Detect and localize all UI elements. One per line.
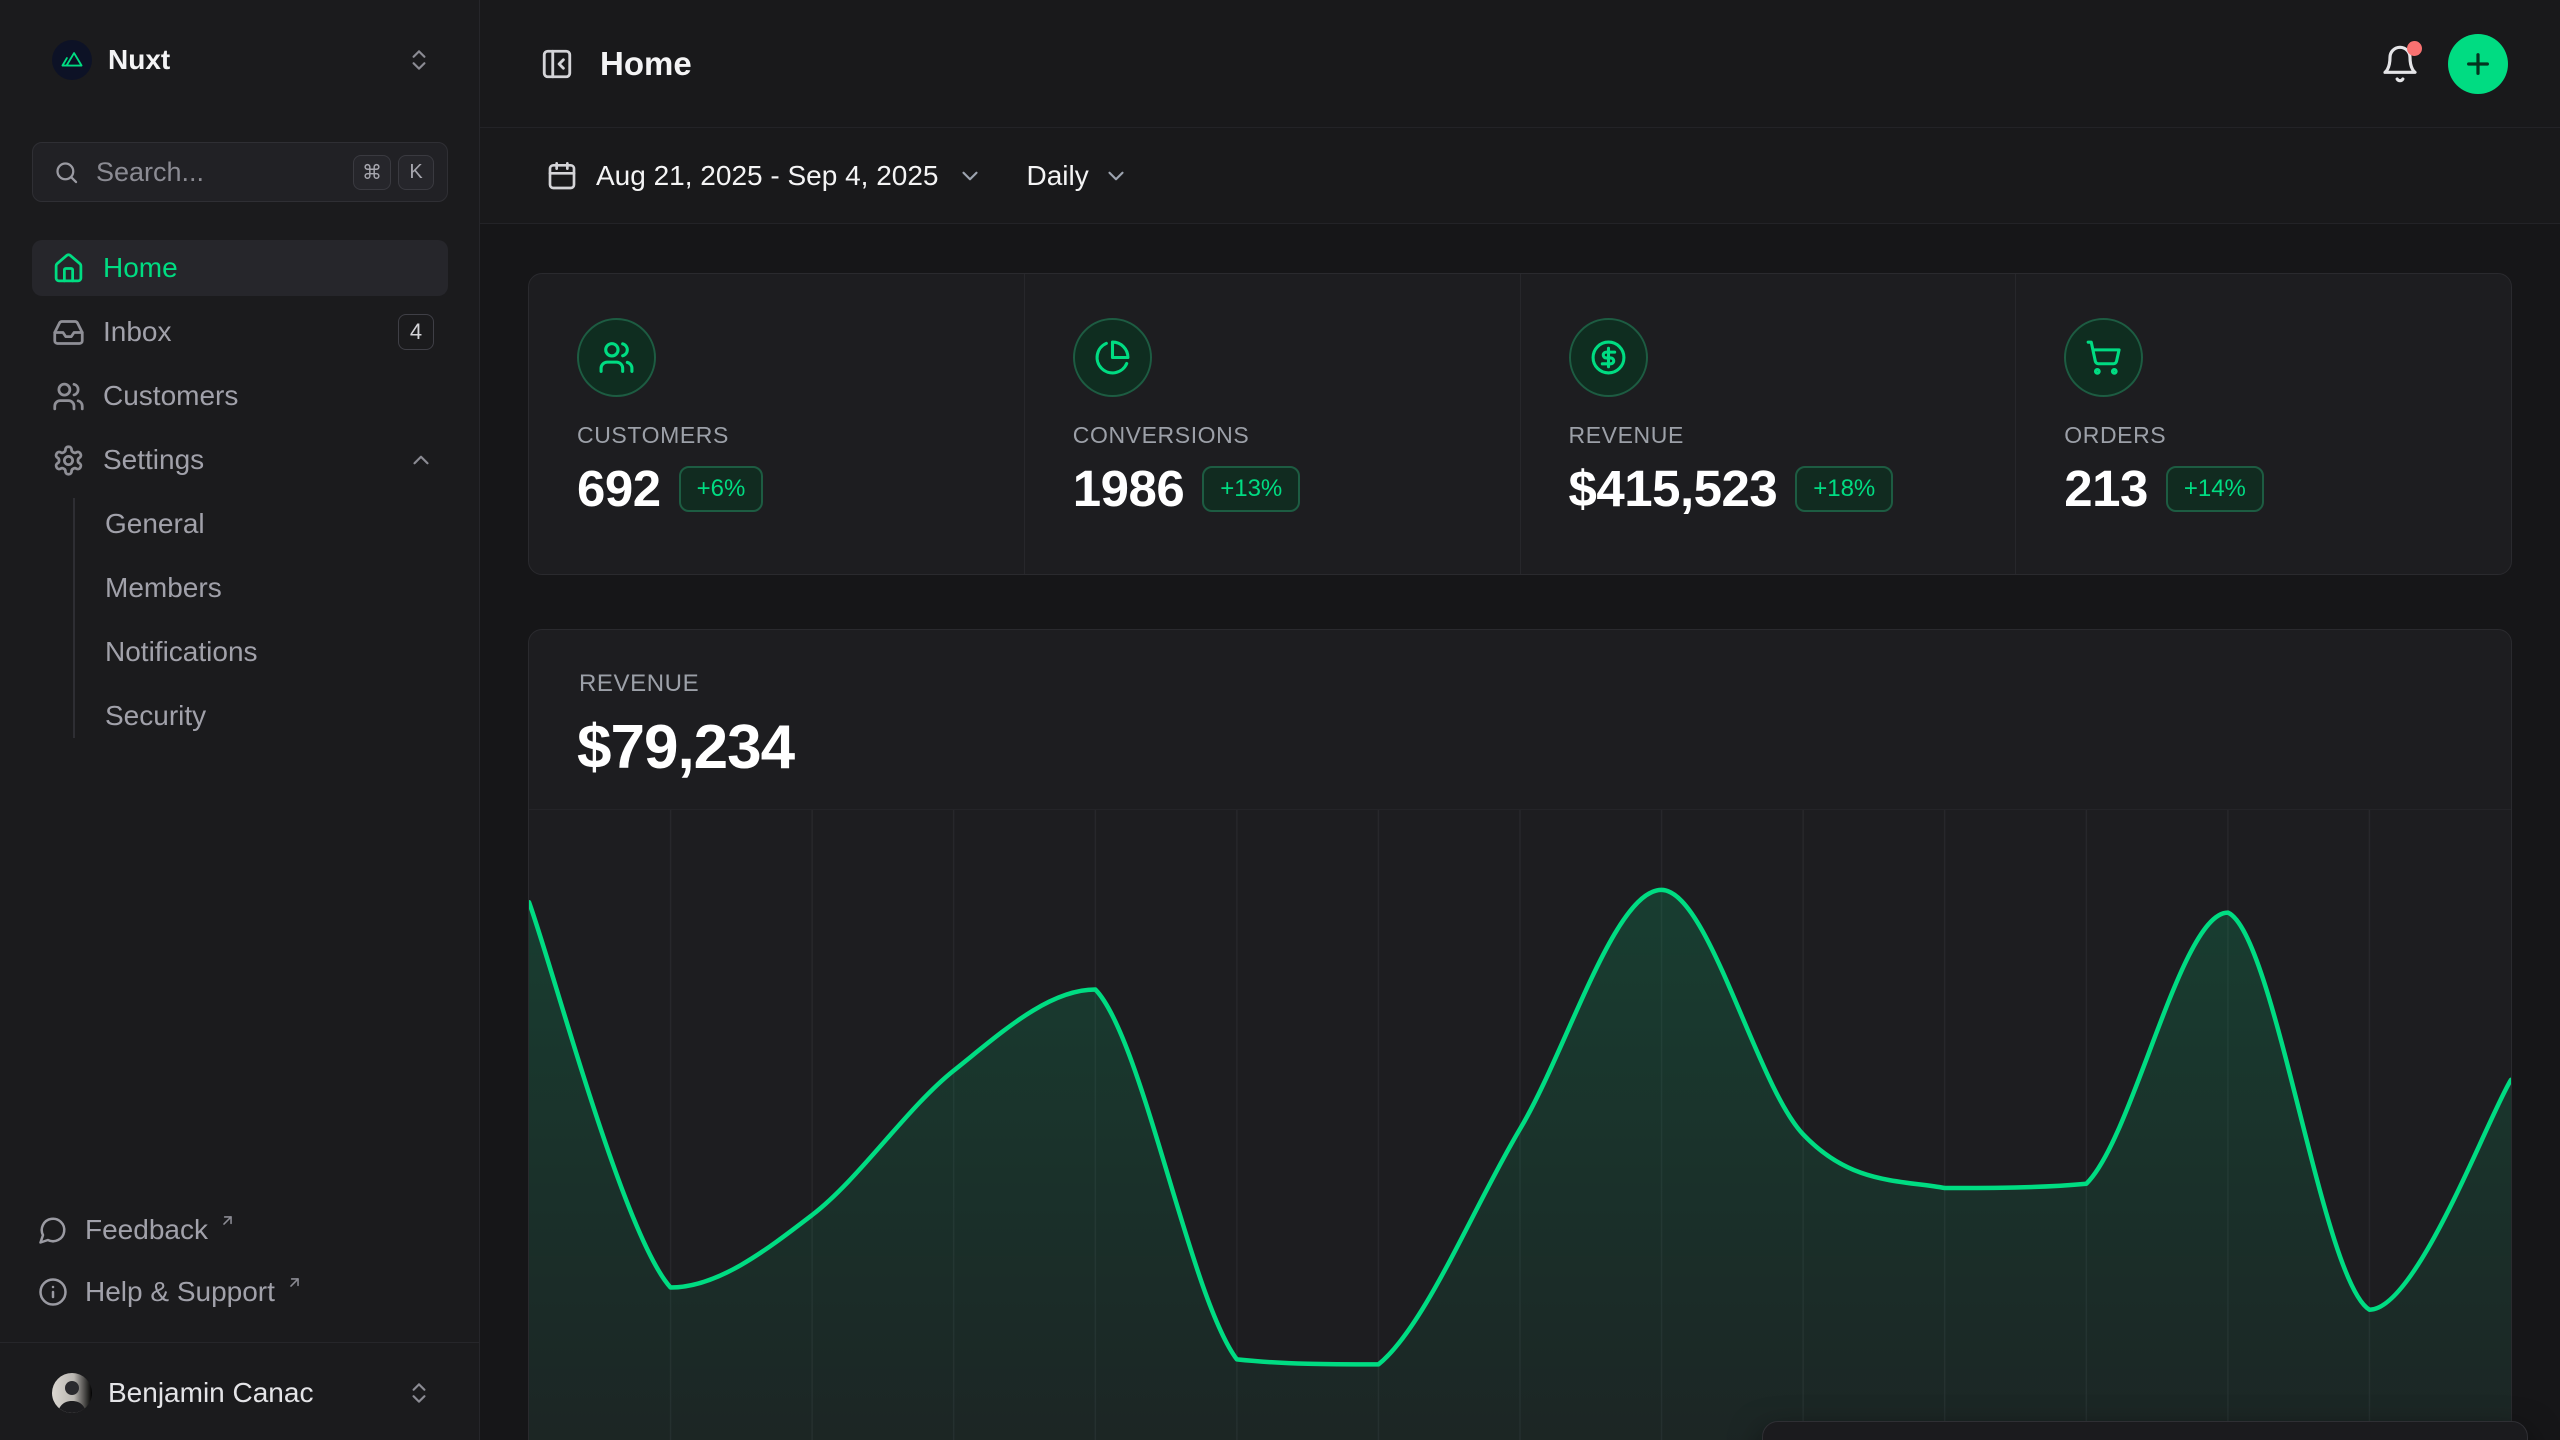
workspace-name: Nuxt <box>108 44 170 76</box>
info-icon <box>38 1277 68 1307</box>
stat-value: $415,523 <box>1569 459 1778 518</box>
sidebar-divider <box>0 1342 479 1343</box>
date-range-value: Aug 21, 2025 - Sep 4, 2025 <box>596 160 939 192</box>
stat-delta-badge: +6% <box>679 466 764 512</box>
sidebar-footer-links: Feedback Help & Support <box>32 1206 448 1330</box>
add-button[interactable] <box>2448 34 2508 94</box>
workspace-switcher[interactable]: Nuxt <box>32 28 448 92</box>
sidebar-nav: Home Inbox 4 Customers Settings <box>32 240 448 496</box>
stat-label: CONVERSIONS <box>1073 422 1472 449</box>
external-link-icon <box>219 1212 236 1229</box>
page-header: Home <box>480 0 2560 128</box>
sidebar-item-settings[interactable]: Settings <box>32 432 448 488</box>
cookie-banner: We use first-party cookies to enhance yo… <box>1762 1421 2528 1440</box>
revenue-chart-area <box>529 809 2511 1440</box>
search-placeholder: Search... <box>96 157 204 188</box>
kbd-cmd: ⌘ <box>353 155 391 190</box>
chat-bubble-icon <box>38 1215 68 1245</box>
search-shortcut: ⌘ K <box>353 155 434 190</box>
stat-delta-badge: +13% <box>1202 466 1300 512</box>
external-link-icon <box>286 1274 303 1291</box>
dollar-circle-icon <box>1569 318 1648 397</box>
stat-card-customers: CUSTOMERS 692 +6% <box>529 274 1024 574</box>
sidebar-item-home[interactable]: Home <box>32 240 448 296</box>
stat-delta-badge: +18% <box>1795 466 1893 512</box>
help-support-link[interactable]: Help & Support <box>32 1268 448 1316</box>
sidebar-toggle-button[interactable] <box>540 47 574 81</box>
chevrons-up-down-icon <box>406 47 432 73</box>
stats-cards: CUSTOMERS 692 +6% CONVERSIONS 1986 +13% <box>528 273 2512 575</box>
revenue-total: $79,234 <box>577 712 794 783</box>
sidebar-item-inbox[interactable]: Inbox 4 <box>32 304 448 360</box>
granularity-value: Daily <box>1027 160 1089 192</box>
stat-card-orders: ORDERS 213 +14% <box>2015 274 2511 574</box>
plus-icon <box>2462 48 2494 80</box>
header-actions <box>2380 34 2508 94</box>
home-icon <box>52 252 85 285</box>
chevrons-up-down-icon <box>406 1380 432 1406</box>
filters-toolbar: Aug 21, 2025 - Sep 4, 2025 Daily <box>480 128 2560 224</box>
stat-value: 692 <box>577 459 661 518</box>
sidebar-item-customers[interactable]: Customers <box>32 368 448 424</box>
stat-value: 1986 <box>1073 459 1184 518</box>
sidebar-item-security[interactable]: Security <box>32 684 448 748</box>
sidebar-item-members[interactable]: Members <box>32 556 448 620</box>
stat-label: ORDERS <box>2064 422 2463 449</box>
sidebar-item-notifications[interactable]: Notifications <box>32 620 448 684</box>
revenue-panel: REVENUE $79,234 <box>528 629 2512 1440</box>
user-menu[interactable]: Benjamin Canac <box>32 1362 448 1424</box>
panel-collapse-icon <box>540 47 574 81</box>
main-area: Home Aug 21, 2 <box>480 0 2560 1440</box>
inbox-count-badge: 4 <box>398 314 434 350</box>
revenue-label: REVENUE <box>579 670 699 698</box>
search-icon <box>53 159 80 186</box>
users-icon <box>577 318 656 397</box>
stat-card-conversions: CONVERSIONS 1986 +13% <box>1024 274 1520 574</box>
granularity-select[interactable]: Daily <box>1027 160 1129 192</box>
inbox-icon <box>52 316 85 349</box>
notifications-button[interactable] <box>2380 44 2420 84</box>
nuxt-logo-icon <box>52 40 92 80</box>
users-icon <box>52 380 85 413</box>
user-avatar <box>52 1373 92 1413</box>
settings-subnav: General Members Notifications Security <box>32 492 448 748</box>
sidebar-item-general[interactable]: General <box>32 492 448 556</box>
feedback-label: Feedback <box>85 1214 208 1246</box>
gear-icon <box>52 444 85 477</box>
date-range-picker[interactable]: Aug 21, 2025 - Sep 4, 2025 <box>546 160 983 192</box>
chevron-down-icon <box>1103 163 1129 189</box>
unread-notification-dot <box>2407 41 2422 56</box>
stat-label: REVENUE <box>1569 422 1968 449</box>
stat-value: 213 <box>2064 459 2148 518</box>
sidebar: Nuxt Search... ⌘ K Home <box>0 0 480 1440</box>
page-title: Home <box>600 45 692 83</box>
stat-label: CUSTOMERS <box>577 422 976 449</box>
revenue-chart <box>529 810 2511 1440</box>
search-input[interactable]: Search... ⌘ K <box>32 142 448 202</box>
chevron-up-icon <box>408 447 434 473</box>
feedback-link[interactable]: Feedback <box>32 1206 448 1254</box>
chevron-down-icon <box>957 163 983 189</box>
sidebar-item-label: Inbox <box>103 316 172 348</box>
stat-card-revenue: REVENUE $415,523 +18% <box>1520 274 2016 574</box>
kbd-k: K <box>398 155 434 190</box>
sidebar-item-label: Home <box>103 252 178 284</box>
dashboard-content: CUSTOMERS 692 +6% CONVERSIONS 1986 +13% <box>480 225 2560 1440</box>
shopping-cart-icon <box>2064 318 2143 397</box>
stat-delta-badge: +14% <box>2166 466 2264 512</box>
sidebar-item-label: Customers <box>103 380 238 412</box>
calendar-icon <box>546 160 578 192</box>
user-name: Benjamin Canac <box>108 1377 313 1409</box>
dashboard-app: Nuxt Search... ⌘ K Home <box>0 0 2560 1440</box>
pie-chart-icon <box>1073 318 1152 397</box>
sidebar-item-label: Settings <box>103 444 204 476</box>
help-support-label: Help & Support <box>85 1276 275 1308</box>
